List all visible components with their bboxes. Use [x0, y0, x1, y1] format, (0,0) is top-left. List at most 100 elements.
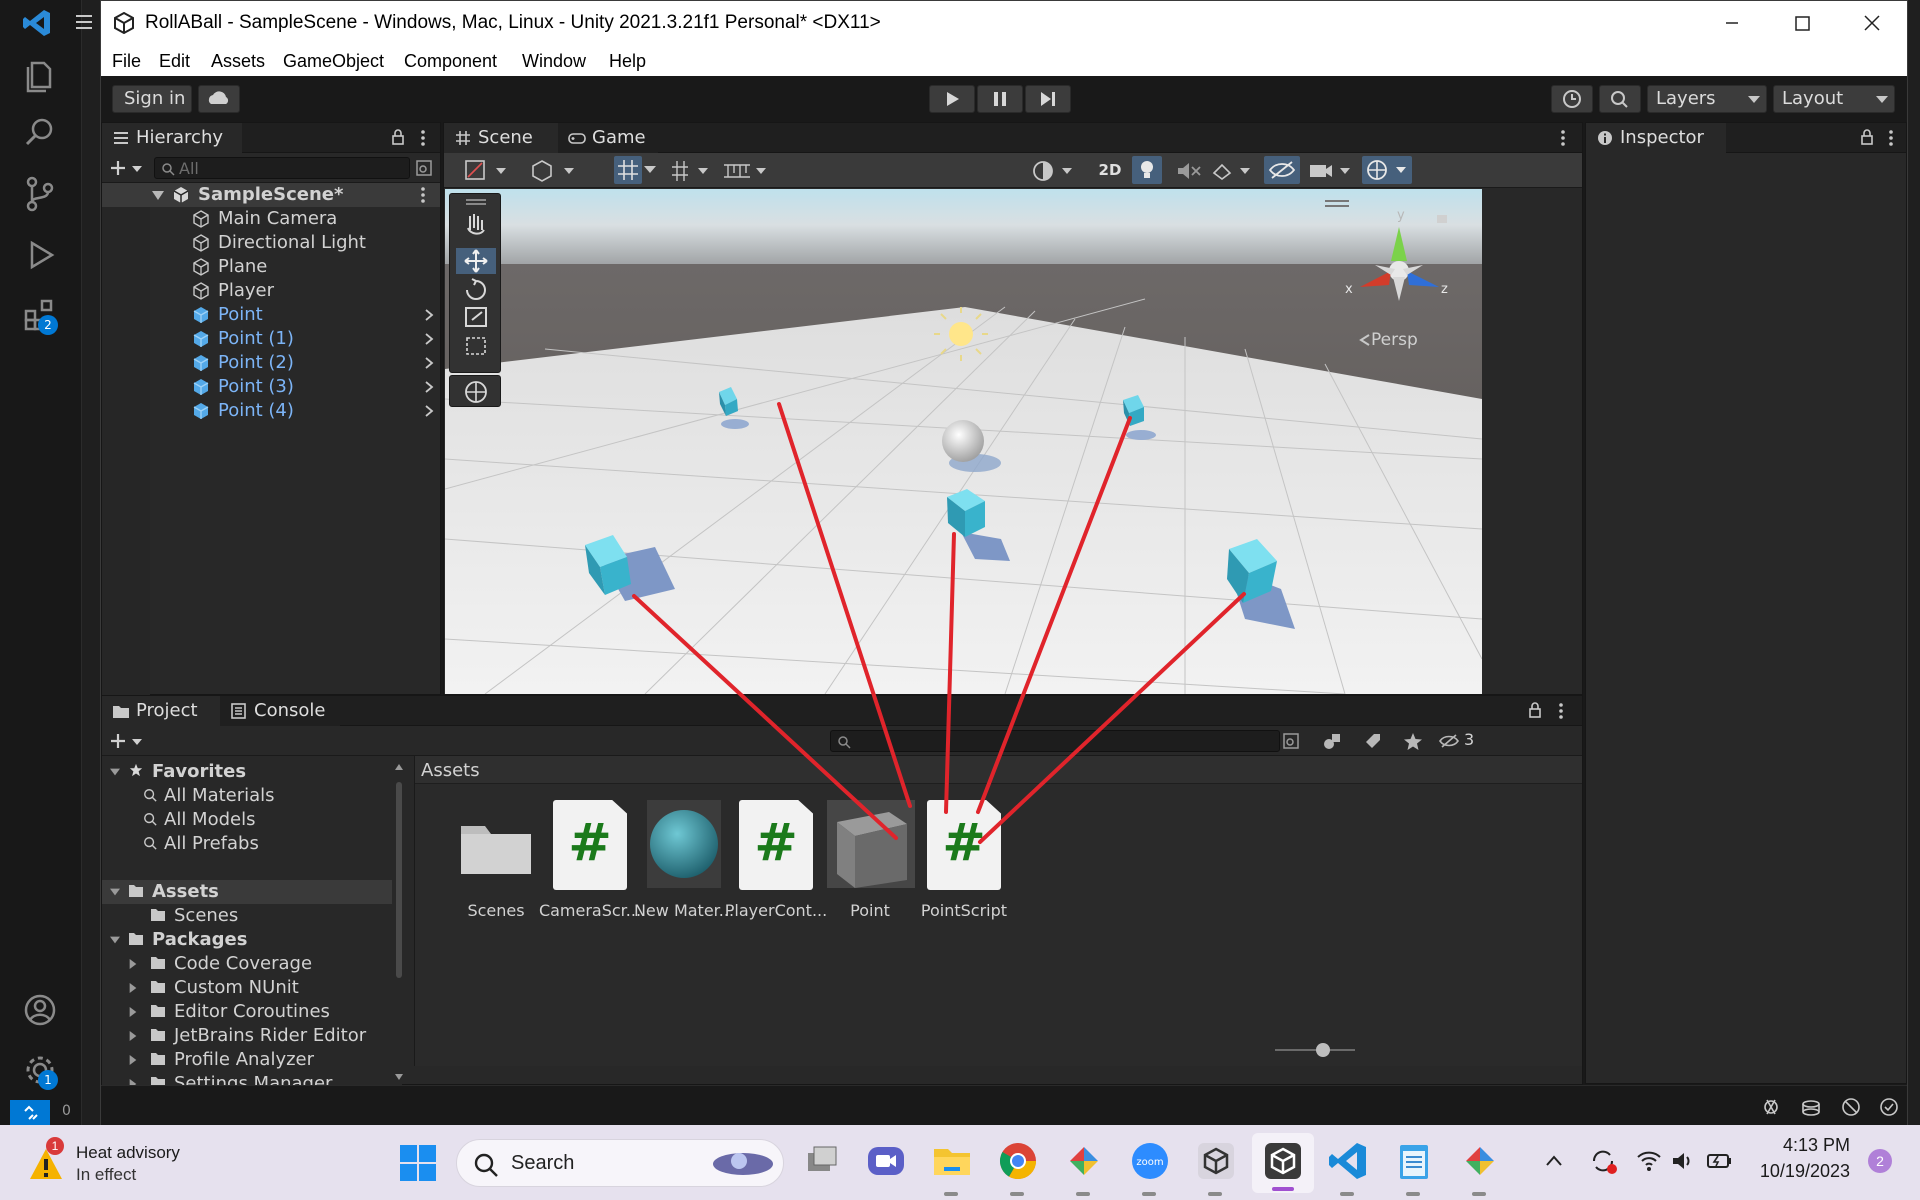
effects-dropdown[interactable] [1210, 159, 1260, 183]
unity-hub-icon[interactable] [1194, 1139, 1238, 1183]
tab-hierarchy[interactable]: Hierarchy [102, 123, 242, 153]
menu-help[interactable]: Help [609, 51, 646, 72]
expand-triangle-icon[interactable] [128, 1030, 138, 1042]
chevron-down-icon[interactable] [642, 162, 658, 178]
expand-triangle-icon[interactable] [110, 934, 120, 946]
task-view-icon[interactable] [800, 1139, 844, 1183]
toggle-2d-button[interactable]: 2D [1092, 157, 1128, 183]
hierarchy-item[interactable]: Plane [102, 255, 440, 279]
filter-type-icon[interactable] [1322, 732, 1344, 750]
asset-point-script[interactable]: # PointScript [909, 800, 1019, 920]
lock-icon[interactable] [391, 129, 405, 145]
more-options-icon[interactable] [1558, 702, 1564, 720]
ruler-snap-icon[interactable] [722, 159, 772, 183]
cloud-button[interactable] [198, 85, 240, 113]
clock-time[interactable]: 4:13 PM [1760, 1135, 1850, 1156]
explorer-icon[interactable] [20, 55, 60, 95]
zoom-icon[interactable]: zoom [1128, 1139, 1172, 1183]
render-mode-dropdown[interactable] [532, 159, 592, 183]
history-button[interactable] [1551, 85, 1593, 113]
clock-date[interactable]: 10/19/2023 [1750, 1161, 1850, 1182]
tree-scrollbar[interactable] [394, 762, 404, 1082]
rotate-tool-button[interactable] [456, 278, 496, 304]
shading-dropdown[interactable] [1032, 159, 1092, 183]
rect-tool-button[interactable] [456, 336, 496, 362]
more-options-icon[interactable] [420, 129, 426, 147]
draw-mode-dropdown[interactable] [464, 159, 524, 183]
lock-icon[interactable] [1860, 129, 1874, 145]
favorites-header[interactable]: Favorites [102, 760, 392, 784]
folder-scenes[interactable]: Scenes [102, 904, 392, 928]
hierarchy-item[interactable]: Point [102, 303, 440, 327]
grid-toggle-button[interactable] [614, 156, 642, 184]
search-mode-icon[interactable] [1282, 732, 1302, 750]
persp-label[interactable]: Persp [1371, 330, 1418, 350]
layout-dropdown[interactable]: Layout [1773, 85, 1895, 113]
hierarchy-item[interactable]: Point (1) [102, 327, 440, 351]
expand-triangle-icon[interactable] [128, 958, 138, 970]
sign-in-button[interactable]: Sign in [112, 85, 192, 113]
scene-visibility-toggle[interactable] [1264, 156, 1300, 184]
taskbar-search-box[interactable]: Search [456, 1139, 784, 1187]
scene-viewport[interactable]: y x z Persp [445, 189, 1482, 694]
lock-icon[interactable] [1528, 702, 1542, 718]
close-button[interactable] [1837, 1, 1907, 44]
camera-dropdown[interactable] [1308, 159, 1360, 183]
search-icon[interactable] [20, 113, 60, 153]
favorite-item[interactable]: All Models [102, 808, 392, 832]
volume-icon[interactable] [1670, 1149, 1696, 1173]
pinned-app-icon[interactable] [1458, 1139, 1502, 1183]
add-dropdown-icon[interactable] [110, 732, 146, 750]
scene-row[interactable]: SampleScene* [102, 183, 440, 207]
chevron-right-icon[interactable] [424, 333, 434, 345]
hand-tool-button[interactable] [456, 214, 496, 240]
lighting-toggle-button[interactable] [1132, 156, 1162, 184]
chevron-right-icon[interactable] [424, 309, 434, 321]
icon-size-slider[interactable] [1275, 1042, 1355, 1058]
snap-increment-icon[interactable] [670, 159, 710, 183]
tab-scene[interactable]: Scene [444, 123, 558, 153]
expand-triangle-icon[interactable] [128, 982, 138, 994]
chevron-up-icon[interactable] [1544, 1151, 1564, 1171]
unity-editor-taskbar-button[interactable] [1252, 1133, 1314, 1193]
menu-component[interactable]: Component [404, 51, 497, 72]
favorite-item[interactable]: All Prefabs [102, 832, 392, 856]
gizmos-dropdown[interactable] [1362, 156, 1412, 184]
more-options-icon[interactable] [420, 186, 426, 204]
menu-edit[interactable]: Edit [159, 51, 190, 72]
assets-root-header[interactable]: Assets [102, 880, 392, 904]
expand-triangle-icon[interactable] [152, 191, 164, 201]
weather-widget[interactable]: 1 Heat advisory In effect [24, 1135, 224, 1191]
package-item[interactable]: Editor Coroutines [102, 1000, 392, 1024]
hidden-packages-icon[interactable] [1438, 732, 1464, 750]
battery-icon[interactable] [1706, 1149, 1732, 1173]
hierarchy-item[interactable]: Point (3) [102, 375, 440, 399]
package-item[interactable]: JetBrains Rider Editor [102, 1024, 392, 1048]
expand-triangle-icon[interactable] [110, 886, 120, 898]
problems-count[interactable]: 0 [62, 1103, 71, 1119]
sync-icon[interactable] [1588, 1147, 1618, 1175]
hierarchy-item[interactable]: Main Camera [102, 207, 440, 231]
scene-search-icon[interactable] [415, 159, 433, 177]
account-icon[interactable] [20, 990, 60, 1030]
hierarchy-item[interactable]: Point (4) [102, 399, 440, 423]
menu-assets[interactable]: Assets [211, 51, 265, 72]
file-explorer-icon[interactable] [930, 1139, 974, 1183]
menu-file[interactable]: File [112, 51, 141, 72]
label-tag-icon[interactable] [1362, 732, 1384, 750]
audio-mute-icon[interactable] [1174, 159, 1204, 183]
hierarchy-item[interactable]: Player [102, 279, 440, 303]
packages-header[interactable]: Packages [102, 928, 392, 952]
tab-project[interactable]: Project [102, 696, 220, 726]
hamburger-menu-icon[interactable] [74, 12, 94, 32]
step-button[interactable] [1025, 85, 1071, 113]
more-options-icon[interactable] [1560, 129, 1566, 147]
assets-breadcrumb[interactable]: Assets [415, 756, 1582, 784]
package-item[interactable]: Profile Analyzer [102, 1048, 392, 1072]
move-tool-button[interactable] [456, 248, 496, 274]
tab-game[interactable]: Game [558, 123, 658, 153]
scale-tool-button[interactable] [456, 306, 496, 332]
tab-console[interactable]: Console [220, 696, 340, 726]
play-button[interactable] [929, 85, 975, 113]
notification-badge[interactable]: 2 [1868, 1149, 1892, 1173]
